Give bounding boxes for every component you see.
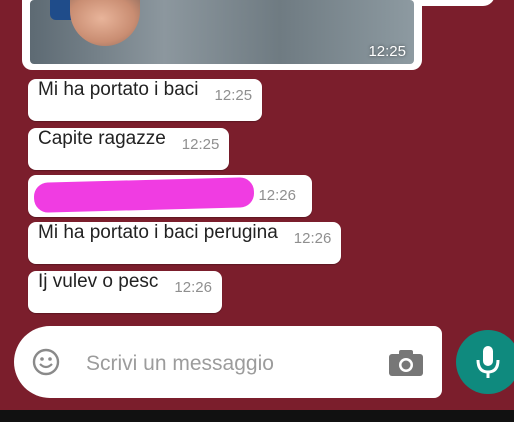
redaction-mark — [33, 177, 255, 213]
message-time: 12:25 — [214, 87, 253, 104]
mic-icon — [476, 346, 500, 378]
message-text: Mi ha portato i baci — [38, 79, 199, 100]
message-bubble[interactable]: Capite ragazze 12:25 — [28, 128, 230, 170]
camera-icon[interactable] — [388, 349, 424, 377]
chat-area: 12:25 Mi ha portato i baci 12:25 Capite … — [0, 0, 514, 410]
message-time: 12:26 — [174, 279, 212, 296]
message-time: 12:25 — [368, 43, 406, 60]
message-bubble[interactable]: Mi ha portato i baci 12:25 — [28, 79, 263, 121]
message-bubble[interactable]: Ij vulev o pesc 12:26 — [28, 271, 222, 313]
message-text: Capite ragazze — [38, 128, 166, 149]
image-message[interactable]: 12:25 — [22, 0, 422, 70]
message-time: 12:26 — [293, 230, 332, 247]
message-text: Ij vulev o pesc — [38, 271, 159, 292]
emoji-icon[interactable] — [32, 348, 60, 376]
message-bubble[interactable]: Mi ha portato i baci perugina 12:26 — [28, 222, 342, 264]
message-text: Mi ha portato i baci perugina — [38, 222, 278, 243]
bottom-edge — [0, 410, 514, 422]
mic-button[interactable] — [456, 330, 514, 394]
message-time: 12:26 — [258, 187, 296, 204]
message-input[interactable]: Scrivi un messaggio — [86, 352, 274, 376]
message-time: 12:25 — [181, 136, 220, 153]
